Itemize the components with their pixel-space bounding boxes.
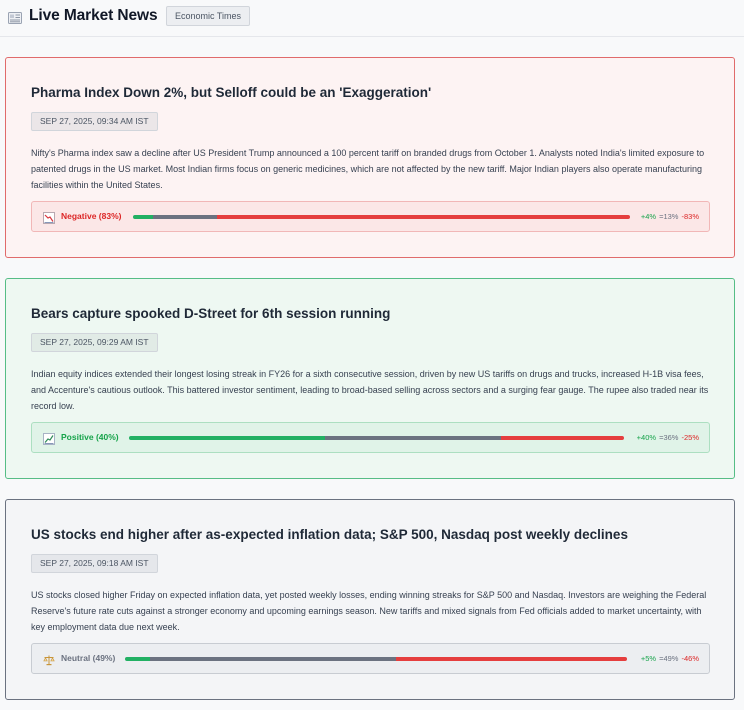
neutral-segment <box>152 215 218 219</box>
neutral-segment <box>325 436 502 440</box>
sentiment-meter <box>133 215 630 219</box>
page-header: Live Market News Economic Times <box>0 0 744 37</box>
positive-segment <box>133 215 153 219</box>
sentiment-bar: Neutral (49%) +5% =49% -46% <box>31 643 710 674</box>
newspaper-icon <box>8 11 22 24</box>
negative-percent: -46% <box>681 654 699 663</box>
news-card[interactable]: Pharma Index Down 2%, but Selloff could … <box>5 57 735 258</box>
news-card[interactable]: Bears capture spooked D-Street for 6th s… <box>5 278 735 479</box>
sentiment-breakdown: +5% =49% -46% <box>641 654 699 663</box>
negative-segment <box>396 657 627 661</box>
scale-icon <box>43 653 55 666</box>
positive-percent: +40% <box>636 433 657 442</box>
positive-segment <box>129 436 326 440</box>
sentiment-bar: Positive (40%) +40% =36% -25% <box>31 422 710 453</box>
negative-segment <box>217 215 630 219</box>
sentiment-breakdown: +40% =36% -25% <box>637 433 699 442</box>
sentiment-label: Negative (83%) <box>61 211 122 221</box>
neutral-percent: =49% <box>659 654 679 663</box>
article-summary: Indian equity indices extended their lon… <box>31 369 709 411</box>
article-summary: Nifty's Pharma index saw a decline after… <box>31 148 705 190</box>
sentiment-meter <box>129 436 624 440</box>
positive-percent: +5% <box>640 654 657 663</box>
sentiment-bar: Negative (83%) +4% =13% -83% <box>31 201 710 232</box>
sentiment-meter <box>125 657 627 661</box>
source-badge: Economic Times <box>166 6 251 26</box>
positive-segment <box>125 657 151 661</box>
news-card[interactable]: US stocks end higher after as-expected i… <box>5 499 735 700</box>
sentiment-breakdown: +4% =13% -83% <box>641 212 699 221</box>
sentiment-label: Positive (40%) <box>61 432 119 442</box>
page-title: Live Market News <box>29 7 158 24</box>
article-timestamp: SEP 27, 2025, 09:18 AM IST <box>31 554 158 573</box>
article-summary: US stocks closed higher Friday on expect… <box>31 590 707 632</box>
article-timestamp: SEP 27, 2025, 09:29 AM IST <box>31 333 158 352</box>
sentiment-label: Neutral (49%) <box>61 653 116 663</box>
negative-percent: -83% <box>681 212 699 221</box>
article-title[interactable]: Pharma Index Down 2%, but Selloff could … <box>31 85 431 100</box>
article-title[interactable]: Bears capture spooked D-Street for 6th s… <box>31 306 390 321</box>
positive-percent: +4% <box>640 212 657 221</box>
negative-segment <box>501 436 624 440</box>
neutral-segment <box>150 657 397 661</box>
neutral-percent: =36% <box>659 433 679 442</box>
chart-up-icon <box>43 432 55 445</box>
article-title[interactable]: US stocks end higher after as-expected i… <box>31 527 628 542</box>
chart-down-icon <box>43 211 55 224</box>
negative-percent: -25% <box>681 433 699 442</box>
article-timestamp: SEP 27, 2025, 09:34 AM IST <box>31 112 158 131</box>
neutral-percent: =13% <box>659 212 679 221</box>
